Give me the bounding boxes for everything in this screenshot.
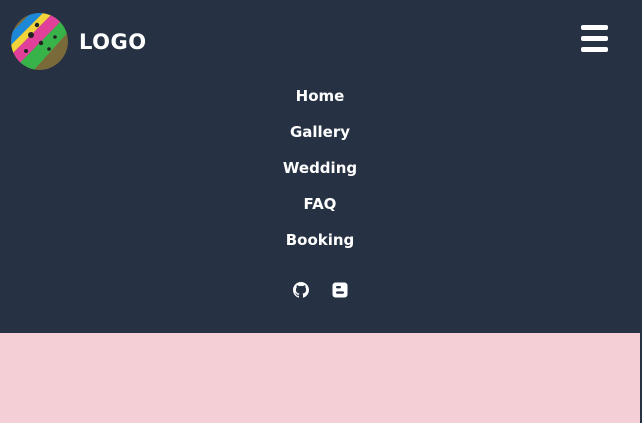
hamburger-icon[interactable] <box>581 25 608 52</box>
social-links <box>0 282 640 300</box>
nav-item-gallery: Gallery <box>0 120 640 156</box>
nav-link-home[interactable]: Home <box>296 87 345 105</box>
nav-link-wedding[interactable]: Wedding <box>283 159 357 177</box>
logo-image <box>11 13 68 70</box>
nav-item-faq: FAQ <box>0 192 640 228</box>
nav-item-home: Home <box>0 84 640 120</box>
nav-link-booking[interactable]: Booking <box>286 231 355 249</box>
nav-link-faq[interactable]: FAQ <box>304 195 337 213</box>
blogger-icon[interactable] <box>332 282 348 298</box>
navbar: LOGO Home Gallery Wedding FAQ Booking <box>0 0 640 333</box>
nav-item-wedding: Wedding <box>0 156 640 192</box>
logo-text: LOGO <box>79 29 147 54</box>
github-icon[interactable] <box>292 282 309 298</box>
nav-item-booking: Booking <box>0 228 640 264</box>
nav-link-gallery[interactable]: Gallery <box>290 123 350 141</box>
nav-menu: Home Gallery Wedding FAQ Booking <box>0 84 640 264</box>
logo-link[interactable]: LOGO <box>11 13 147 70</box>
